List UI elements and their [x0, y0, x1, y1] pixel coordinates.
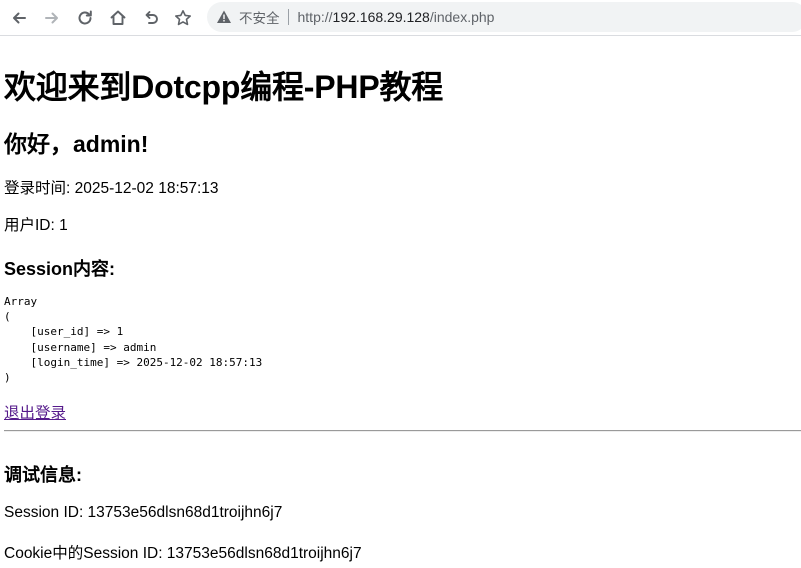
undo-icon — [145, 11, 158, 24]
address-bar[interactable]: 不安全 http://192.168.29.128/index.php — [207, 2, 801, 32]
forward-button[interactable] — [39, 5, 65, 31]
home-icon — [110, 10, 126, 25]
forward-arrow-icon — [45, 12, 58, 24]
cookie-session-id-text: Cookie中的Session ID: 13753e56dlsn68d1troi… — [4, 545, 362, 562]
undo-button[interactable] — [138, 5, 164, 31]
logout-link[interactable]: 退出登录 — [4, 401, 66, 423]
back-arrow-icon — [13, 12, 26, 24]
divider — [4, 430, 801, 432]
session-dump: Array ( [user_id] => 1 [username] => adm… — [4, 295, 263, 385]
url-path: /index.php — [429, 9, 495, 25]
debug-heading: 调试信息: — [4, 465, 82, 485]
bookmark-button[interactable] — [170, 5, 196, 31]
user-id-text: 用户ID: 1 — [4, 217, 68, 234]
page-title: 欢迎来到Dotcpp编程-PHP教程 — [4, 69, 444, 105]
omnibox-divider — [287, 9, 289, 25]
greeting-heading: 你好，admin! — [4, 131, 149, 157]
session-id-text: Session ID: 13753e56dlsn68d1troijhn6j7 — [4, 504, 283, 521]
reload-button[interactable] — [72, 5, 98, 31]
security-status[interactable]: 不安全 — [239, 7, 280, 27]
home-button[interactable] — [105, 5, 131, 31]
session-heading: Session内容: — [4, 259, 116, 279]
back-button[interactable] — [6, 5, 32, 31]
url-scheme: http:// — [297, 9, 333, 25]
star-icon — [175, 10, 191, 26]
login-time-text: 登录时间: 2025-12-02 18:57:13 — [4, 180, 219, 197]
url-host: 192.168.29.128 — [332, 9, 430, 25]
reload-icon — [78, 10, 92, 25]
warning-icon — [217, 10, 231, 23]
browser-toolbar: 不安全 http://192.168.29.128/index.php — [0, 0, 801, 36]
